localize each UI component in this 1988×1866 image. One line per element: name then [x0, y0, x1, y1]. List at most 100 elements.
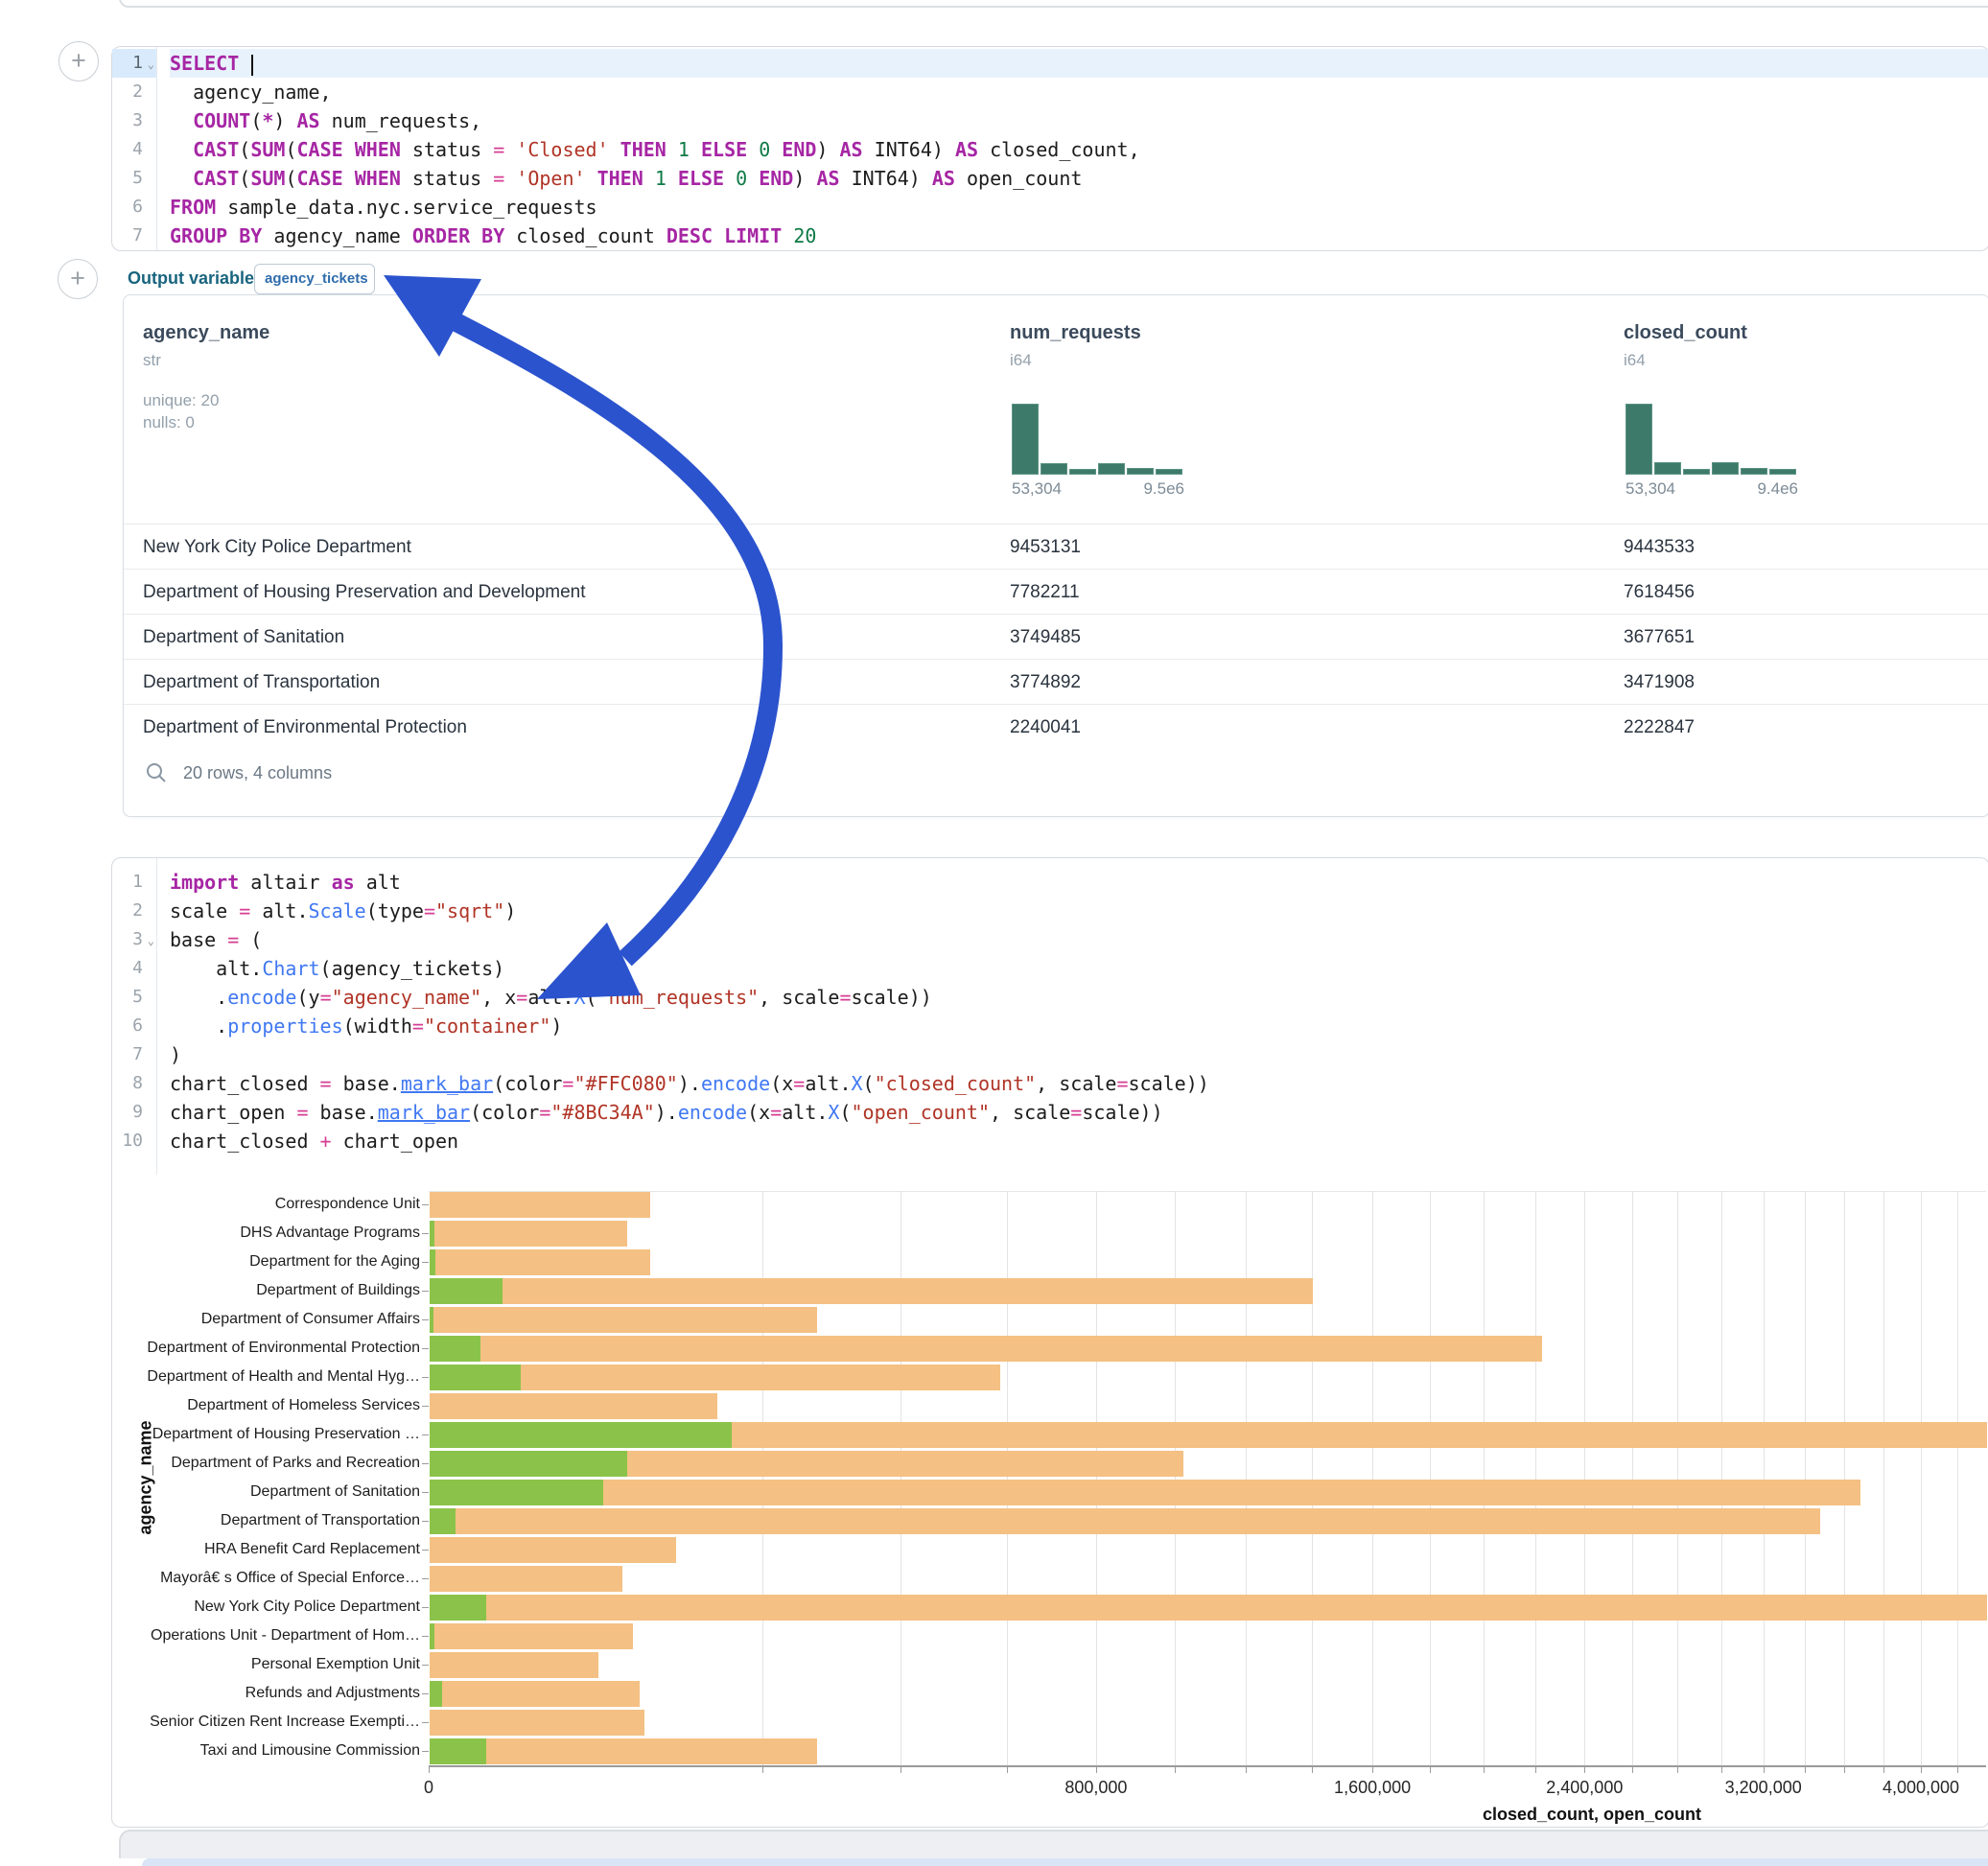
- column-stat: unique: 20: [143, 391, 219, 410]
- fold-chevron-icon[interactable]: ⌄: [148, 50, 154, 79]
- next-cell-accent: [142, 1858, 1988, 1866]
- histogram-bar: [1012, 404, 1039, 475]
- value-cell: 3677651: [1624, 627, 1695, 648]
- line-number: 2: [112, 897, 156, 925]
- result-table-card: agency_namestrunique: 20nulls: 0num_requ…: [123, 294, 1988, 817]
- histogram-bar: [1069, 469, 1096, 475]
- agency-name-cell: Department of Environmental Protection: [143, 717, 467, 738]
- table-row[interactable]: Department of Transportation 3774892 34719…: [124, 659, 1988, 705]
- code-line: chart_open = base.mark_bar(color="#8BC34…: [170, 1098, 1988, 1127]
- agency-name-cell: Department of Sanitation: [143, 627, 344, 648]
- text-caret: [251, 55, 253, 76]
- histogram-bar: [1041, 463, 1067, 475]
- histogram-bar: [1156, 469, 1182, 475]
- line-number: 3⌄: [112, 925, 156, 954]
- table-body: New York City Police Department 9453131 94…: [124, 524, 1988, 749]
- code-line: agency_name,: [170, 78, 1988, 106]
- code-line: import altair as alt: [170, 868, 1988, 897]
- histogram-min-label: 53,304: [1625, 479, 1675, 499]
- fold-chevron-icon[interactable]: ⌄: [148, 926, 154, 955]
- line-number: 2: [112, 78, 156, 106]
- histogram-bar: [1769, 469, 1796, 475]
- sql-line-number-gutter: 1⌄234567: [112, 47, 157, 250]
- sql-code-editor[interactable]: SELECT agency_name, COUNT(*) AS num_requ…: [170, 47, 1988, 250]
- line-number: 8: [112, 1069, 156, 1098]
- value-cell: 7782211: [1010, 582, 1080, 603]
- code-line: scale = alt.Scale(type="sqrt"): [170, 897, 1988, 925]
- add-cell-button-middle[interactable]: +: [58, 259, 98, 299]
- line-number: 5: [112, 164, 156, 193]
- value-cell: 2222847: [1624, 717, 1695, 738]
- histogram-max-label: 9.4e6: [1757, 479, 1798, 499]
- table-footer: 20 rows, 4 columns: [124, 749, 1988, 816]
- column-type: str: [143, 351, 161, 370]
- code-line: chart_closed + chart_open: [170, 1127, 1988, 1155]
- value-cell: 3774892: [1010, 672, 1081, 693]
- line-number: 5: [112, 983, 156, 1012]
- agency-name-cell: Department of Housing Preservation and D…: [143, 582, 586, 603]
- code-line: CAST(SUM(CASE WHEN status = 'Open' THEN …: [170, 164, 1988, 193]
- notebook-page: { "ui": { "plus": "+" }, "annotation_arr…: [0, 0, 1988, 1864]
- next-cell-edge: [119, 1830, 1988, 1858]
- code-line: ): [170, 1040, 1988, 1069]
- histogram-min-label: 53,304: [1012, 479, 1062, 499]
- histogram-bar: [1625, 404, 1652, 475]
- python-code-editor[interactable]: import altair as altscale = alt.Scale(ty…: [170, 858, 1988, 1155]
- histogram-bar: [1683, 469, 1710, 475]
- value-cell: 2240041: [1010, 717, 1081, 738]
- code-line: SELECT: [170, 49, 1988, 78]
- value-cell: 7618456: [1624, 582, 1695, 603]
- line-number: 4: [112, 135, 156, 164]
- column-histogram: [1625, 404, 1798, 475]
- column-type: i64: [1010, 351, 1032, 370]
- histogram-bar: [1712, 462, 1739, 475]
- code-line: COUNT(*) AS num_requests,: [170, 106, 1988, 135]
- line-number: 9: [112, 1098, 156, 1127]
- table-row-count: 20 rows, 4 columns: [183, 763, 332, 783]
- histogram-range-labels: 53,304 9.4e6: [1625, 479, 1798, 499]
- value-cell: 9453131: [1010, 537, 1081, 558]
- histogram-bar: [1741, 468, 1767, 475]
- code-line: .encode(y="agency_name", x=alt.X("num_re…: [170, 983, 1988, 1012]
- search-icon[interactable]: [145, 761, 168, 784]
- value-cell: 3471908: [1624, 672, 1695, 693]
- agency-name-cell: Department of Transportation: [143, 672, 380, 693]
- histogram-max-label: 9.5e6: [1143, 479, 1184, 499]
- code-line: base = (: [170, 925, 1988, 954]
- code-line: GROUP BY agency_name ORDER BY closed_cou…: [170, 222, 1988, 250]
- line-number: 1: [112, 868, 156, 897]
- histogram-range-labels: 53,304 9.5e6: [1012, 479, 1184, 499]
- table-row[interactable]: Department of Environmental Protection 22…: [124, 704, 1988, 750]
- line-number: 7: [112, 222, 156, 250]
- histogram-bar: [1654, 462, 1681, 475]
- output-variable-pill[interactable]: agency_tickets: [254, 264, 375, 294]
- value-cell: 3749485: [1010, 627, 1081, 648]
- python-code-cell[interactable]: 123⌄45678910 import altair as altscale =…: [111, 857, 1988, 1828]
- column-name: agency_name: [143, 322, 269, 344]
- add-cell-button-top[interactable]: +: [58, 41, 99, 82]
- line-number: 10: [112, 1127, 156, 1155]
- previous-cell-edge: [119, 0, 1988, 8]
- code-line: FROM sample_data.nyc.service_requests: [170, 193, 1988, 222]
- output-variable-label: Output variable:: [128, 268, 260, 289]
- code-line: CAST(SUM(CASE WHEN status = 'Closed' THE…: [170, 135, 1988, 164]
- code-line: chart_closed = base.mark_bar(color="#FFC…: [170, 1069, 1988, 1098]
- table-row[interactable]: Department of Sanitation 3749485 3677651: [124, 614, 1988, 660]
- column-name: num_requests: [1010, 322, 1141, 344]
- agency-name-cell: New York City Police Department: [143, 537, 411, 558]
- table-header: agency_namestrunique: 20nulls: 0num_requ…: [124, 295, 1988, 524]
- column-type: i64: [1624, 351, 1646, 370]
- line-number: 1⌄: [112, 49, 156, 78]
- line-number: 4: [112, 954, 156, 983]
- column-histogram: [1012, 404, 1184, 475]
- value-cell: 9443533: [1624, 537, 1695, 558]
- line-number: 3: [112, 106, 156, 135]
- line-number: 6: [112, 1012, 156, 1040]
- table-row[interactable]: New York City Police Department 9453131 94…: [124, 524, 1988, 570]
- sql-code-cell[interactable]: 1⌄234567 SELECT agency_name, COUNT(*) AS…: [111, 46, 1988, 251]
- table-row[interactable]: Department of Housing Preservation and D…: [124, 569, 1988, 615]
- histogram-bar: [1127, 468, 1154, 475]
- histogram-bar: [1098, 463, 1125, 475]
- code-line: alt.Chart(agency_tickets): [170, 954, 1988, 983]
- code-line: .properties(width="container"): [170, 1012, 1988, 1040]
